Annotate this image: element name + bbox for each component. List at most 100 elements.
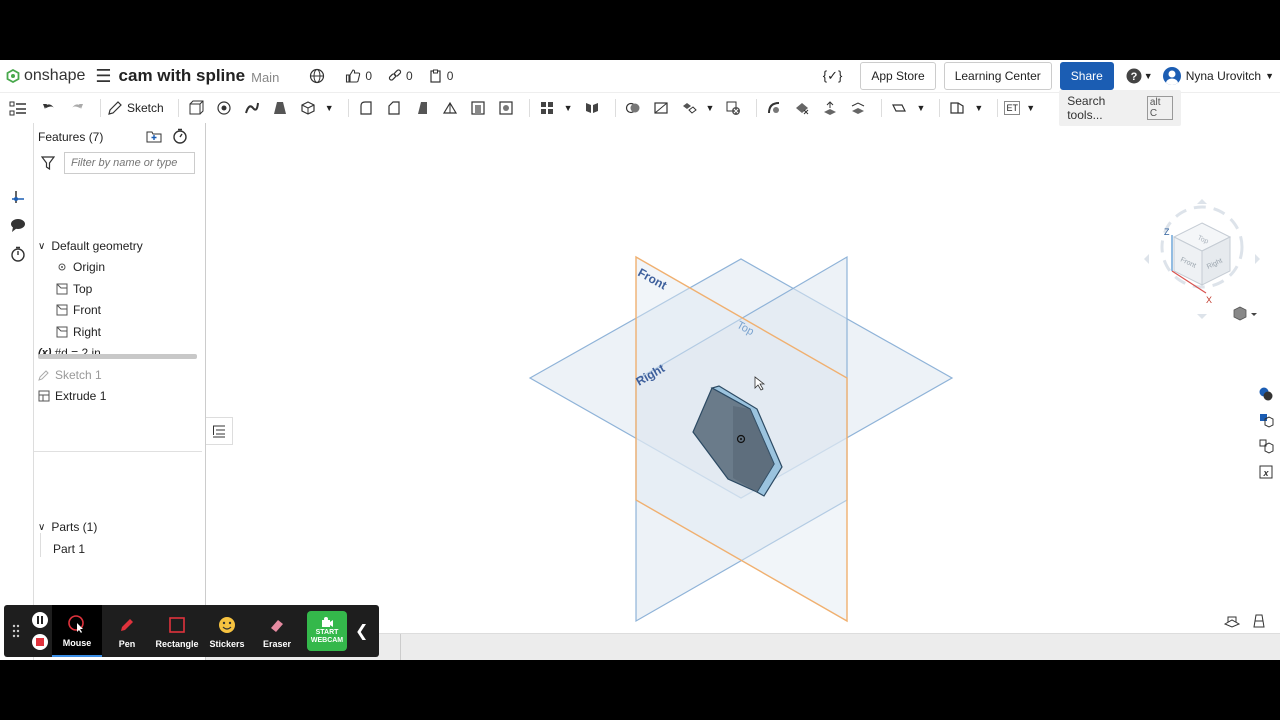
collapse-chevron-icon[interactable]: ❮	[355, 621, 368, 641]
history-icon[interactable]	[9, 245, 27, 263]
stickers-tool[interactable]: Stickers	[202, 605, 252, 657]
share-button[interactable]: Share	[1059, 62, 1114, 90]
chevron-down-icon[interactable]: ▼	[564, 103, 573, 113]
start-webcam-button[interactable]: START WEBCAM	[307, 611, 347, 651]
extrude-icon[interactable]	[185, 97, 207, 119]
view-cube: Top Front Right Z X	[1144, 199, 1260, 319]
section-view-icon[interactable]	[1223, 614, 1241, 633]
thicken-icon[interactable]	[297, 97, 319, 119]
document-title[interactable]: cam with spline	[119, 66, 246, 86]
replace-face-icon[interactable]	[847, 97, 869, 119]
delete-part-icon[interactable]	[722, 97, 744, 119]
drag-handle-icon[interactable]	[4, 624, 28, 638]
loft-icon[interactable]	[269, 97, 291, 119]
move-face-icon[interactable]	[819, 97, 841, 119]
mass-properties-icon[interactable]	[1252, 407, 1280, 433]
screen-recorder-toolbar: Mouse Pen Rectangle Stickers Eraser STAR…	[4, 605, 379, 657]
filter-input[interactable]	[64, 152, 195, 174]
pattern-icon[interactable]	[536, 97, 558, 119]
rollback-bar[interactable]	[38, 354, 197, 359]
redo-icon[interactable]	[66, 97, 88, 119]
draft-icon[interactable]	[411, 97, 433, 119]
rectangle-tool[interactable]: Rectangle	[152, 605, 202, 657]
webcam-label-line1: START	[315, 629, 339, 636]
mouse-tool[interactable]: Mouse	[52, 605, 102, 657]
transform-icon[interactable]	[678, 97, 700, 119]
custom-feature-icon[interactable]: ET	[1004, 101, 1021, 115]
tree-item-front[interactable]: Front	[56, 303, 101, 317]
chevron-down-icon[interactable]: ▼	[325, 103, 334, 113]
pause-icon[interactable]	[32, 612, 48, 628]
tree-item-origin[interactable]: Origin	[56, 260, 105, 274]
toolbar-divider	[347, 99, 349, 117]
like-button[interactable]: 0	[345, 68, 372, 84]
copies-button[interactable]: 0	[429, 69, 453, 83]
tree-guide	[40, 533, 41, 557]
mirror-icon[interactable]	[581, 97, 603, 119]
parts-folder[interactable]: ∨ Parts (1)	[38, 520, 97, 534]
feature-toolbar: Sketch ▼ ▼ ▼ ▼ ▼ ET ▼ Search tools... al…	[0, 90, 1280, 126]
graphics-viewport[interactable]: Front Top Right Top Front Right Z X x	[206, 123, 1280, 660]
links-button[interactable]: 0	[388, 69, 413, 83]
variable-studio-icon[interactable]: {✓}	[823, 68, 843, 84]
revolve-icon[interactable]	[213, 97, 235, 119]
sketch-button[interactable]: Sketch	[107, 100, 164, 116]
chevron-down-icon[interactable]: ▼	[916, 103, 925, 113]
search-tools-input[interactable]: Search tools... alt C	[1059, 90, 1182, 126]
mate-connector-icon[interactable]	[9, 188, 27, 206]
chevron-down-icon[interactable]: ▼	[974, 103, 983, 113]
branch-name[interactable]: Main	[251, 70, 279, 85]
mouse-pointer-icon	[67, 612, 87, 636]
boolean-icon[interactable]	[622, 97, 644, 119]
chevron-down-icon[interactable]: ∨	[38, 241, 45, 252]
pen-tool[interactable]: Pen	[102, 605, 152, 657]
logo-text: onshape	[24, 67, 86, 84]
split-icon[interactable]	[650, 97, 672, 119]
feature-panel: Features (7) ∨ Default geometry Origin T…	[34, 123, 206, 660]
sweep-icon[interactable]	[241, 97, 263, 119]
render-mode-icon[interactable]	[1252, 614, 1266, 633]
comments-icon[interactable]	[9, 216, 27, 234]
delete-face-icon[interactable]	[791, 97, 813, 119]
part-item[interactable]: Part 1	[53, 542, 85, 556]
tree-item-extrude[interactable]: Extrude 1	[38, 389, 106, 403]
add-folder-icon[interactable]	[146, 129, 162, 148]
tree-item-top[interactable]: Top	[56, 282, 92, 296]
fillet-icon[interactable]	[355, 97, 377, 119]
learning-center-button[interactable]: Learning Center	[943, 62, 1052, 90]
variables-icon[interactable]: x	[1252, 459, 1280, 485]
hole-icon[interactable]	[495, 97, 517, 119]
stop-icon[interactable]	[32, 634, 48, 650]
features-header: Features (7)	[38, 130, 104, 144]
onshape-logo[interactable]: onshape	[6, 67, 85, 85]
modify-fillet-icon[interactable]	[763, 97, 785, 119]
model-canvas[interactable]: Front Top Right Top Front Right Z X	[206, 123, 1280, 660]
plane-icon	[56, 304, 68, 316]
rollback-timer-icon[interactable]	[172, 128, 188, 149]
measure-icon[interactable]	[1252, 433, 1280, 459]
default-geometry-folder[interactable]: ∨ Default geometry	[38, 239, 143, 253]
toolbar-divider	[100, 99, 101, 117]
webcam-icon	[322, 617, 333, 627]
help-menu[interactable]: ? ▼	[1126, 68, 1153, 84]
undo-icon[interactable]	[38, 97, 60, 119]
sheet-metal-icon[interactable]	[946, 97, 968, 119]
tree-item-right[interactable]: Right	[56, 325, 101, 339]
menu-icon[interactable]: ☰	[95, 66, 111, 87]
appearance-icon[interactable]	[1252, 381, 1280, 407]
rib-icon[interactable]	[439, 97, 461, 119]
top-header: onshape ☰ cam with spline Main 0 0 0 {✓}…	[0, 60, 1280, 93]
eraser-tool[interactable]: Eraser	[252, 605, 302, 657]
public-globe-icon[interactable]	[309, 68, 329, 84]
app-store-button[interactable]: App Store	[860, 62, 936, 90]
tree-item-sketch[interactable]: Sketch 1	[38, 368, 102, 382]
chevron-down-icon[interactable]: ∨	[38, 522, 45, 533]
chamfer-icon[interactable]	[383, 97, 405, 119]
chevron-down-icon[interactable]: ▼	[706, 103, 715, 113]
plane-icon[interactable]	[888, 97, 910, 119]
feature-list-icon[interactable]	[9, 100, 27, 118]
shell-icon[interactable]	[467, 97, 489, 119]
avatar	[1162, 67, 1181, 85]
chevron-down-icon[interactable]: ▼	[1026, 103, 1035, 113]
user-menu[interactable]: Nyna Urovitch ▼	[1162, 67, 1274, 85]
